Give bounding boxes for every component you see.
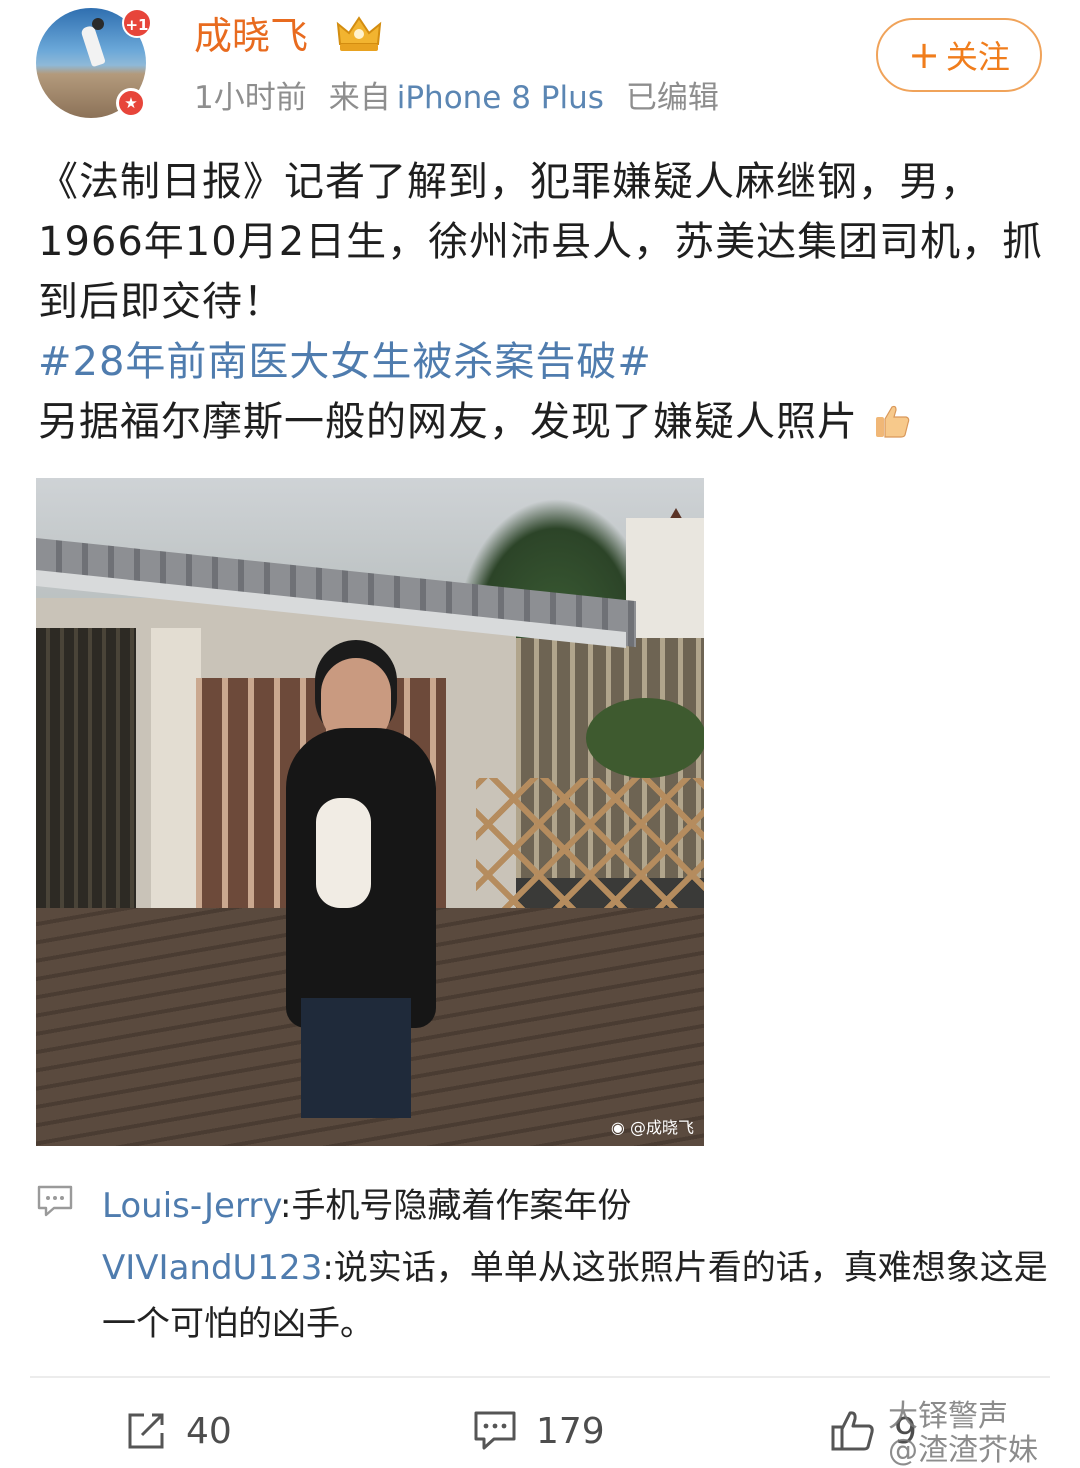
photo-bush <box>586 698 704 778</box>
photo-pet <box>316 798 371 908</box>
forward-count: 40 <box>186 1410 232 1452</box>
comment-icon <box>474 1411 516 1450</box>
hashtag-link[interactable]: #28年前南医大女生被杀案告破# <box>38 332 1048 392</box>
comment-author[interactable]: Louis-Jerry <box>102 1186 280 1226</box>
comment-sep: : <box>322 1248 334 1288</box>
post-meta: 1小时前 来自 iPhone 8 Plus 已编辑 <box>194 76 741 120</box>
comment-bubble-icon <box>37 1185 73 1217</box>
edited-label: 已编辑 <box>625 80 719 116</box>
photo-window <box>36 628 136 928</box>
follow-label: 关注 <box>945 38 1010 76</box>
post-line-1: 《法制日报》记者了解到，犯罪嫌疑人麻继钢，男，1966年10月2日生，徐州沛县人… <box>38 159 1044 325</box>
avatar-figure <box>80 24 106 68</box>
comment-item[interactable]: VIVIandU123:说实话，单单从这张照片看的话，真难想象这是一个可怕的凶手… <box>102 1240 1052 1352</box>
comment-author[interactable]: VIVIandU123 <box>102 1248 322 1288</box>
post-time: 1小时前 <box>194 80 307 116</box>
overlay-watermark-line2: @渣渣芥妹 <box>888 1433 1038 1468</box>
photo-lattice <box>476 778 704 918</box>
source-device[interactable]: iPhone 8 Plus <box>397 80 604 116</box>
comment-text: 手机号隐藏着作案年份 <box>291 1186 632 1226</box>
like-icon <box>831 1411 874 1451</box>
photo-watermark: ◉ @成晓飞 <box>611 1114 694 1138</box>
comment-count: 179 <box>536 1410 605 1452</box>
avatar[interactable]: +1 ★ <box>36 8 156 118</box>
post-text: 《法制日报》记者了解到，犯罪嫌疑人麻继钢，男，1966年10月2日生，徐州沛县人… <box>38 152 1048 452</box>
thumbs-up-emoji-icon <box>875 405 909 438</box>
comment-list: Louis-Jerry:手机号隐藏着作案年份 VIVIandU123:说实话，单… <box>102 1178 1052 1358</box>
username[interactable]: 成晓飞 <box>194 10 308 62</box>
follow-button[interactable]: + 关注 <box>876 18 1042 92</box>
comment-item[interactable]: Louis-Jerry:手机号隐藏着作案年份 <box>102 1178 1052 1234</box>
avatar-badge-count: +1 <box>122 8 152 38</box>
comment-button[interactable]: 179 <box>472 1404 605 1458</box>
divider <box>30 1376 1050 1378</box>
overlay-watermark: 大铎警声 @渣渣芥妹 <box>888 1400 1038 1468</box>
post-line-2-text: 另据福尔摩斯一般的网友，发现了嫌疑人照片 <box>38 399 858 445</box>
forward-button[interactable]: 40 <box>124 1404 232 1458</box>
post-photo[interactable]: ◉ @成晓飞 <box>36 478 704 1146</box>
photo-person-legs <box>301 998 411 1118</box>
photo-watermark-text: @成晓飞 <box>629 1118 694 1137</box>
crown-vip-icon <box>336 16 382 51</box>
post-line-2: 另据福尔摩斯一般的网友，发现了嫌疑人照片 <box>38 392 1048 452</box>
comment-sep: : <box>279 1186 292 1226</box>
plus-icon: + <box>908 33 940 77</box>
source-prefix: 来自 <box>328 80 391 116</box>
overlay-watermark-line1: 大铎警声 <box>888 1399 1008 1434</box>
verified-star-icon: ★ <box>116 88 146 118</box>
weibo-logo-icon: ◉ <box>610 1118 625 1137</box>
forward-icon <box>128 1413 164 1449</box>
